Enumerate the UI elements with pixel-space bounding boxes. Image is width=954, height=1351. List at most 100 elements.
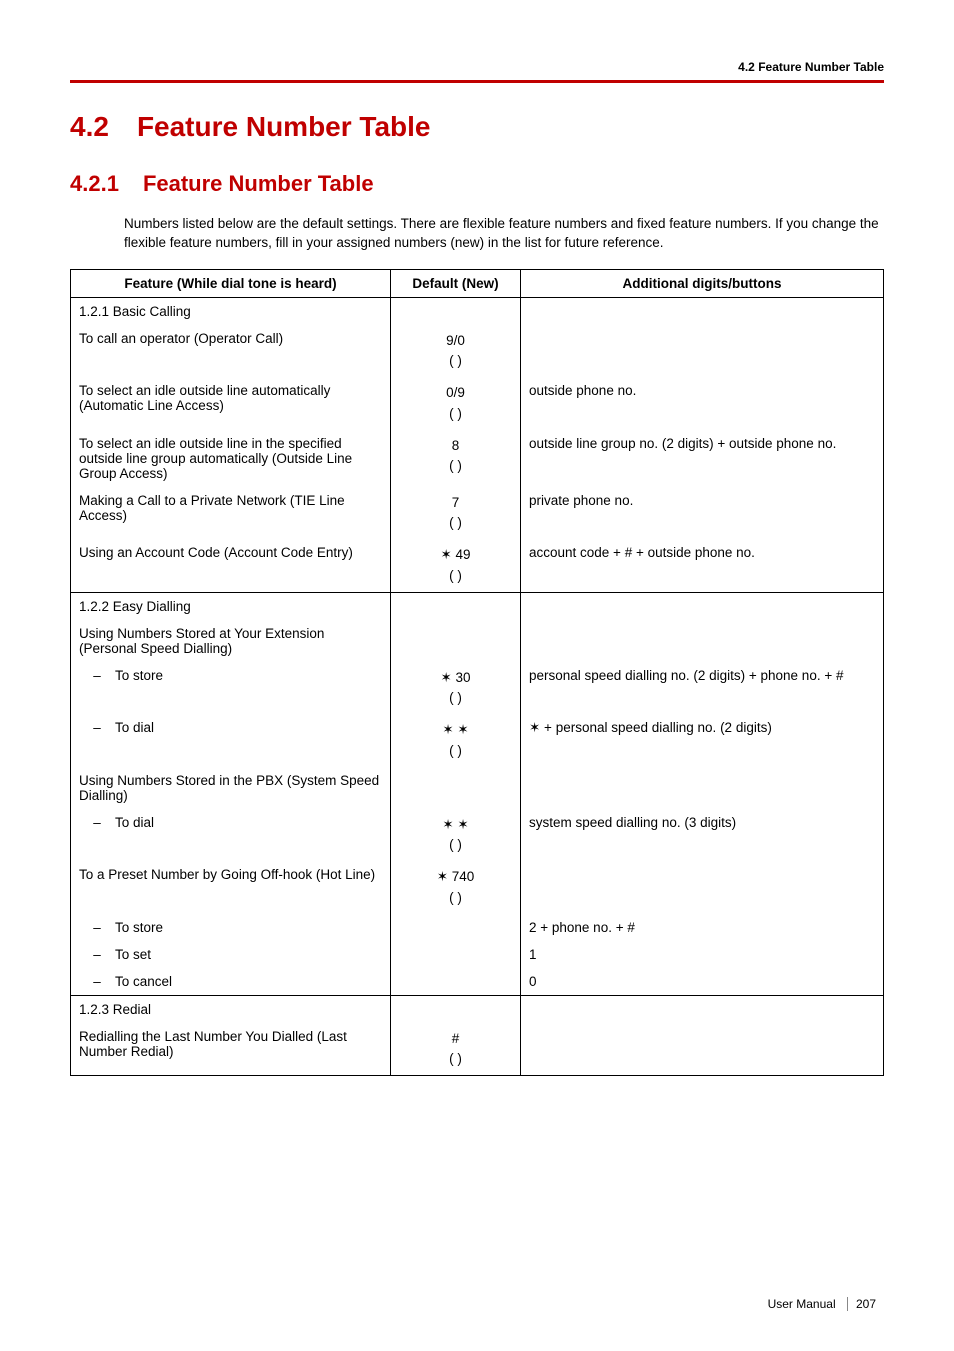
cell-feature: Making a Call to a Private Network (TIE …	[71, 487, 391, 540]
group-heading: 1.2.1 Basic Calling	[71, 297, 391, 325]
feature-text: To store	[115, 920, 163, 935]
new-value-blank: ( )	[399, 456, 512, 476]
cell-default	[391, 941, 521, 968]
cell-feature: Using Numbers Stored in the PBX (System …	[71, 767, 391, 809]
dash-icon: –	[79, 720, 115, 735]
table-row: –To store2 + phone no. + #	[71, 914, 884, 941]
cell-default: ✶ 30( )	[391, 662, 521, 715]
table-row: –To dial✶ ✶( )system speed dialling no. …	[71, 809, 884, 862]
cell-default	[391, 620, 521, 662]
cell-feature: Using Numbers Stored at Your Extension (…	[71, 620, 391, 662]
feature-text: To cancel	[115, 974, 172, 989]
default-value: ✶ ✶	[399, 815, 512, 835]
subsection-title: 4.2.1 Feature Number Table	[70, 171, 884, 197]
cell-additional	[521, 297, 884, 325]
cell-feature: –To dial	[71, 714, 391, 767]
default-value: ✶ 30	[399, 668, 512, 688]
cell-additional: outside line group no. (2 digits) + outs…	[521, 430, 884, 487]
cell-additional: outside phone no.	[521, 377, 884, 430]
cell-additional	[521, 995, 884, 1023]
default-value: 0/9	[399, 383, 512, 403]
new-value-blank: ( )	[399, 835, 512, 855]
default-value: 8	[399, 436, 512, 456]
new-value-blank: ( )	[399, 888, 512, 908]
col-feature: Feature (While dial tone is heard)	[71, 269, 391, 297]
dash-icon: –	[79, 920, 115, 935]
table-row: To select an idle outside line automatic…	[71, 377, 884, 430]
cell-default	[391, 968, 521, 996]
cell-default	[391, 767, 521, 809]
cell-feature: To call an operator (Operator Call)	[71, 325, 391, 378]
subsection-number: 4.2.1	[70, 171, 119, 196]
feature-text: To set	[115, 947, 151, 962]
page-number: 207	[847, 1297, 876, 1311]
cell-feature: –To store	[71, 662, 391, 715]
cell-default	[391, 297, 521, 325]
new-value-blank: ( )	[399, 741, 512, 761]
header-rule	[70, 80, 884, 83]
cell-additional: system speed dialling no. (3 digits)	[521, 809, 884, 862]
default-value: #	[399, 1029, 512, 1049]
cell-default: 7( )	[391, 487, 521, 540]
table-row: –To set1	[71, 941, 884, 968]
default-value: ✶ 740	[399, 867, 512, 887]
intro-paragraph: Numbers listed below are the default set…	[124, 215, 884, 253]
cell-default: 8( )	[391, 430, 521, 487]
cell-additional	[521, 1023, 884, 1076]
cell-additional: ✶ + personal speed dialling no. (2 digit…	[521, 714, 884, 767]
dash-icon: –	[79, 815, 115, 830]
subsection-text: Feature Number Table	[143, 171, 374, 196]
table-row: To select an idle outside line in the sp…	[71, 430, 884, 487]
cell-feature: Redialling the Last Number You Dialled (…	[71, 1023, 391, 1076]
section-title: 4.2 Feature Number Table	[70, 111, 884, 143]
cell-additional: 0	[521, 968, 884, 996]
cell-default: 0/9( )	[391, 377, 521, 430]
cell-default	[391, 592, 521, 620]
new-value-blank: ( )	[399, 513, 512, 533]
section-number: 4.2	[70, 111, 109, 142]
new-value-blank: ( )	[399, 688, 512, 708]
running-header: 4.2 Feature Number Table	[70, 60, 884, 80]
cell-feature: –To store	[71, 914, 391, 941]
cell-additional	[521, 861, 884, 914]
group-heading-row: 1.2.1 Basic Calling	[71, 297, 884, 325]
cell-default: #( )	[391, 1023, 521, 1076]
cell-feature: To a Preset Number by Going Off-hook (Ho…	[71, 861, 391, 914]
default-value: ✶ ✶	[399, 720, 512, 740]
cell-additional: personal speed dialling no. (2 digits) +…	[521, 662, 884, 715]
col-default: Default (New)	[391, 269, 521, 297]
footer-label: User Manual	[768, 1297, 836, 1311]
feature-text: To dial	[115, 815, 154, 830]
new-value-blank: ( )	[399, 351, 512, 371]
group-heading: 1.2.2 Easy Dialling	[71, 592, 391, 620]
cell-default: 9/0( )	[391, 325, 521, 378]
table-row: –To dial ✶ ✶( ) ✶ + personal speed diallin…	[71, 714, 884, 767]
table-header-row: Feature (While dial tone is heard) Defau…	[71, 269, 884, 297]
cell-feature: –To cancel	[71, 968, 391, 996]
group-heading: 1.2.3 Redial	[71, 995, 391, 1023]
cell-feature: –To dial	[71, 809, 391, 862]
table-row: Making a Call to a Private Network (TIE …	[71, 487, 884, 540]
table-row: Redialling the Last Number You Dialled (…	[71, 1023, 884, 1076]
cell-additional: private phone no.	[521, 487, 884, 540]
table-row: Using Numbers Stored in the PBX (System …	[71, 767, 884, 809]
cell-feature: To select an idle outside line automatic…	[71, 377, 391, 430]
table-row: –To store✶ 30( )personal speed dialling …	[71, 662, 884, 715]
feature-number-table: Feature (While dial tone is heard) Defau…	[70, 269, 884, 1077]
feature-text: To store	[115, 668, 163, 683]
col-additional: Additional digits/buttons	[521, 269, 884, 297]
cell-feature: Using an Account Code (Account Code Entr…	[71, 539, 391, 592]
table-row: –To cancel 0	[71, 968, 884, 996]
cell-default: ✶ 49( )	[391, 539, 521, 592]
cell-additional	[521, 620, 884, 662]
feature-text: To dial	[115, 720, 154, 735]
group-heading-row: 1.2.2 Easy Dialling	[71, 592, 884, 620]
cell-default: ✶ 740( )	[391, 861, 521, 914]
cell-additional	[521, 592, 884, 620]
section-text: Feature Number Table	[137, 111, 431, 142]
default-value: ✶ 49	[399, 545, 512, 565]
table-row: Using Numbers Stored at Your Extension (…	[71, 620, 884, 662]
cell-default: ✶ ✶( )	[391, 809, 521, 862]
dash-icon: –	[79, 668, 115, 683]
table-body: 1.2.1 Basic CallingTo call an operator (…	[71, 297, 884, 1076]
